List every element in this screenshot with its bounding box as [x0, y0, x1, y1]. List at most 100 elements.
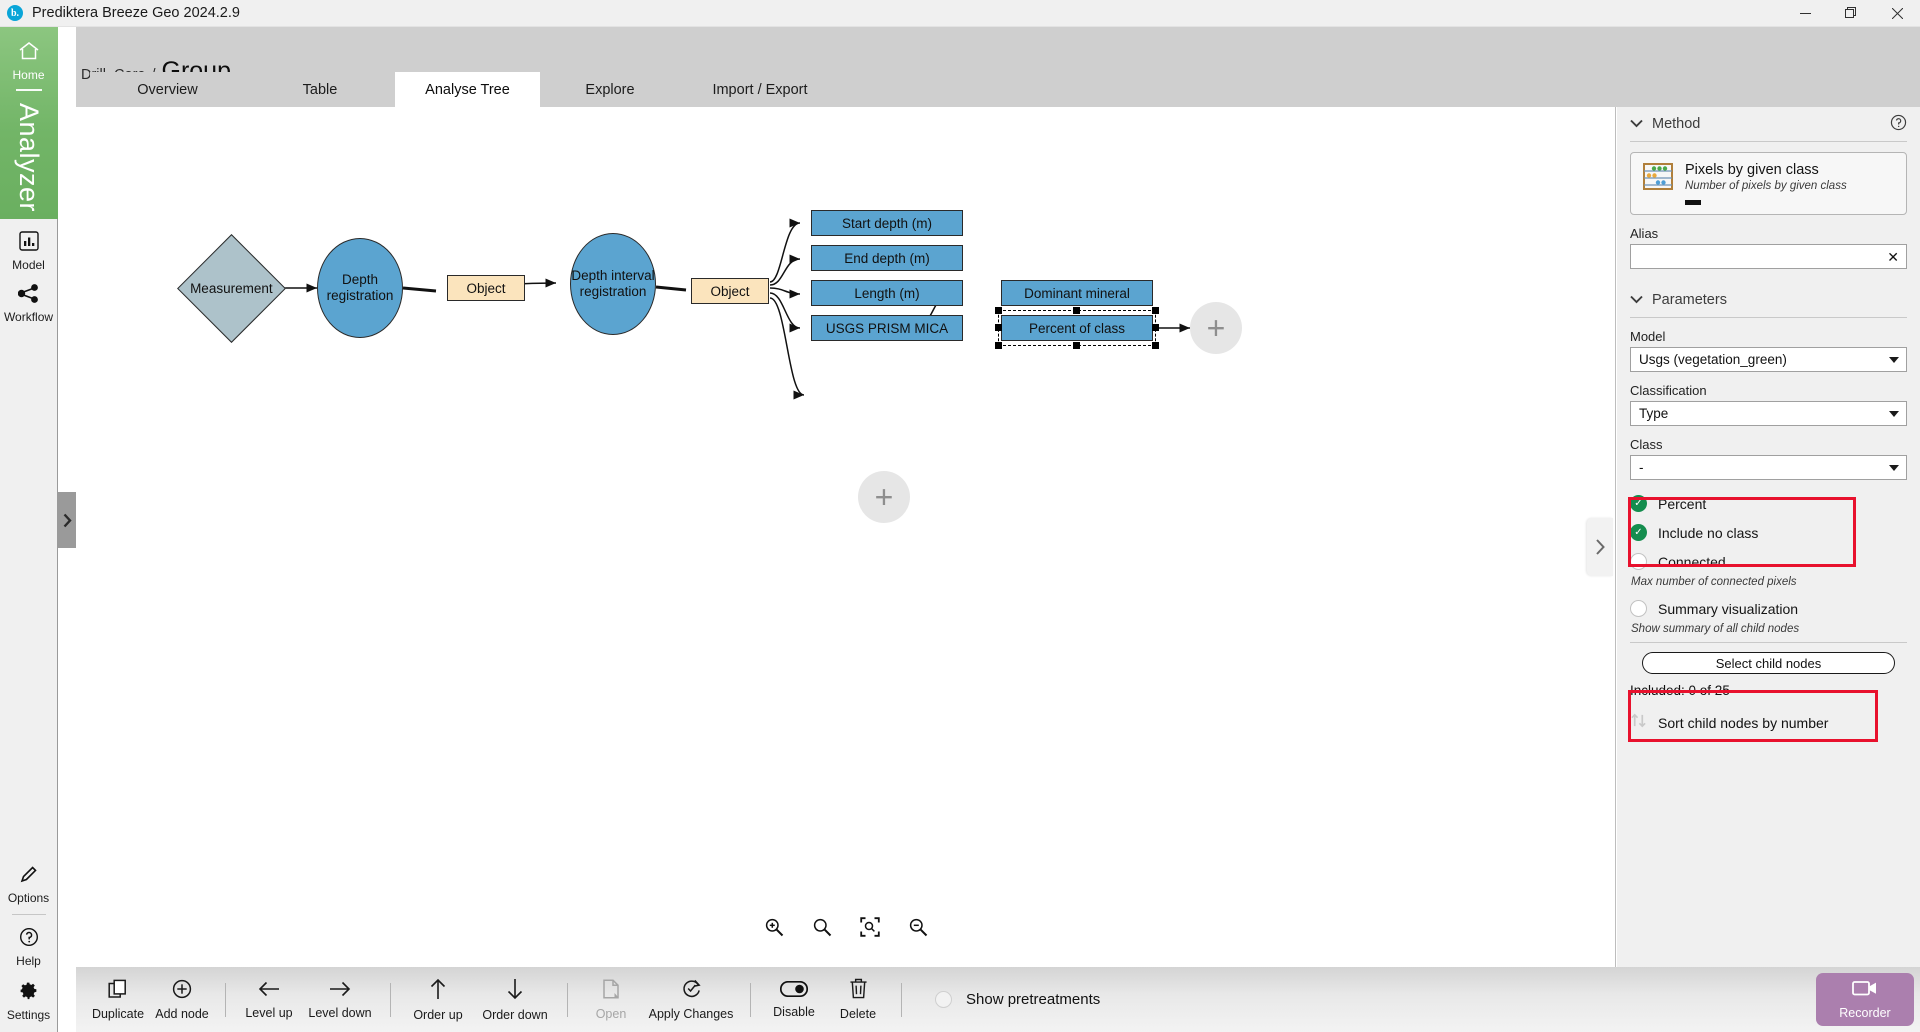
apply-changes-button[interactable]: Apply Changes: [643, 978, 739, 1021]
open-label: Open: [596, 1007, 627, 1021]
home-icon[interactable]: [18, 41, 40, 66]
method-card[interactable]: Pixels by given class Number of pixels b…: [1630, 152, 1907, 215]
checkbox-include-no-class[interactable]: ✓ Include no class: [1630, 518, 1907, 547]
title-bar: b. Prediktera Breeze Geo 2024.2.9: [0, 0, 1920, 27]
order-up-label: Order up: [413, 1008, 462, 1022]
sidebar-item-model-label: Model: [12, 258, 45, 272]
node-usgs-prism-mica[interactable]: USGS PRISM MICA: [811, 315, 963, 341]
tab-overview[interactable]: Overview: [90, 72, 245, 107]
node-start-depth-label: Start depth (m): [842, 216, 932, 231]
node-end-depth[interactable]: End depth (m): [811, 245, 963, 271]
abacus-icon: [1641, 162, 1675, 205]
node-depth-registration[interactable]: Depth registration: [317, 238, 403, 338]
selection-handle-bc[interactable]: [1073, 342, 1080, 349]
node-depth-interval-registration[interactable]: Depth interval registration: [570, 233, 656, 335]
arrow-right-icon: [329, 980, 351, 1003]
analyse-tree-canvas[interactable]: Measurement Depth registration Object De…: [76, 107, 1616, 967]
rail-expand-handle[interactable]: [58, 492, 76, 548]
node-measurement-label: Measurement: [190, 281, 273, 296]
node-object-1-box[interactable]: Object: [447, 275, 525, 301]
duplicate-button[interactable]: Duplicate: [86, 979, 150, 1021]
recorder-button[interactable]: Recorder: [1816, 973, 1914, 1026]
order-down-label: Order down: [482, 1008, 547, 1022]
selection-handle-ml[interactable]: [995, 324, 1002, 331]
sidebar-item-options[interactable]: Options: [0, 852, 58, 905]
selection-handle-br[interactable]: [1152, 342, 1159, 349]
chevron-down-icon: [1889, 357, 1899, 363]
parameters-section-header[interactable]: Parameters: [1630, 283, 1907, 317]
left-rail: Home Analyzer Model: [0, 27, 58, 1032]
chevron-down-icon[interactable]: [1630, 292, 1643, 308]
alias-label: Alias: [1630, 226, 1907, 241]
sidebar-item-model[interactable]: Model: [0, 219, 58, 272]
node-depth-interval-registration-label: Depth interval registration: [571, 268, 655, 299]
checkbox-connected[interactable]: Connected: [1630, 547, 1907, 576]
node-length[interactable]: Length (m): [811, 280, 963, 306]
right-panel-collapse-handle[interactable]: [1587, 518, 1613, 576]
sidebar-item-settings[interactable]: Settings: [0, 968, 58, 1022]
checkbox-include-no-class-label: Include no class: [1658, 525, 1758, 541]
method-section-rule: [1630, 141, 1907, 142]
classification-label: Classification: [1630, 383, 1907, 398]
method-section-header[interactable]: Method: [1630, 107, 1907, 141]
select-child-nodes-button[interactable]: Select child nodes: [1642, 652, 1895, 674]
selection-handle-tl[interactable]: [995, 307, 1002, 314]
tab-explore[interactable]: Explore: [540, 72, 680, 107]
properties-panel: Method: [1617, 107, 1920, 967]
sidebar-item-help[interactable]: Help: [0, 915, 58, 968]
checkbox-percent[interactable]: ✓ Percent: [1630, 489, 1907, 518]
disable-button[interactable]: Disable: [762, 981, 826, 1019]
tab-analyse-tree[interactable]: Analyse Tree: [395, 72, 540, 107]
toolbar-divider: [567, 983, 568, 1017]
order-up-button[interactable]: Order up: [402, 978, 474, 1022]
show-pretreatments-label: Show pretreatments: [966, 991, 1100, 1008]
node-start-depth[interactable]: Start depth (m): [811, 210, 963, 236]
node-dominant-mineral[interactable]: Dominant mineral: [1001, 280, 1153, 306]
level-down-button[interactable]: Level down: [301, 980, 379, 1020]
add-node-button[interactable]: Add node: [150, 979, 214, 1021]
clear-icon[interactable]: ✕: [1887, 250, 1899, 264]
sidebar-item-workflow-label: Workflow: [4, 310, 53, 324]
selection-handle-mr[interactable]: [1152, 324, 1159, 331]
sidebar-item-workflow[interactable]: Workflow: [0, 272, 58, 324]
chevron-down-icon[interactable]: [1630, 116, 1643, 132]
model-label: Model: [1630, 329, 1907, 344]
sort-child-nodes-button[interactable]: Sort child nodes by number: [1630, 712, 1907, 734]
workflow-icon: [18, 284, 39, 308]
method-card-title: Pixels by given class: [1685, 162, 1896, 178]
add-node-button-1[interactable]: +: [858, 471, 910, 523]
tab-table[interactable]: Table: [245, 72, 395, 107]
order-down-button[interactable]: Order down: [474, 978, 556, 1022]
minimize-button[interactable]: [1782, 0, 1828, 27]
add-node-label: Add node: [155, 1007, 209, 1021]
level-up-label: Level up: [245, 1006, 292, 1020]
method-section-label: Method: [1652, 116, 1700, 132]
window-controls: [1782, 0, 1920, 27]
sidebar-item-settings-label: Settings: [7, 1008, 50, 1022]
level-up-button[interactable]: Level up: [237, 980, 301, 1020]
pencil-icon: [19, 864, 39, 889]
toolbar-divider: [225, 983, 226, 1017]
maximize-button[interactable]: [1828, 0, 1874, 27]
show-pretreatments-toggle[interactable]: Show pretreatments: [935, 991, 1100, 1008]
close-button[interactable]: [1874, 0, 1920, 27]
add-node-button-2[interactable]: +: [1190, 302, 1242, 354]
delete-button[interactable]: Delete: [826, 978, 890, 1021]
help-icon[interactable]: [1890, 114, 1907, 135]
duplicate-icon: [108, 979, 128, 1004]
checkbox-summary-visualization[interactable]: Summary visualization: [1630, 594, 1907, 623]
classification-select[interactable]: Type: [1630, 401, 1907, 426]
class-select[interactable]: -: [1630, 455, 1907, 480]
alias-field[interactable]: ✕: [1630, 244, 1907, 269]
method-card-subtitle: Number of pixels by given class: [1685, 180, 1896, 192]
tab-import-export[interactable]: Import / Export: [680, 72, 840, 107]
checkbox-group: ✓ Percent ✓ Include no class Connected M…: [1630, 489, 1907, 635]
node-object-2[interactable]: Object: [691, 278, 769, 304]
selection-handle-tc[interactable]: [1073, 307, 1080, 314]
bottom-toolbar: Duplicate Add node Level up: [76, 967, 1920, 1032]
model-select[interactable]: Usgs (vegetation_green): [1630, 347, 1907, 372]
selection-handle-bl[interactable]: [995, 342, 1002, 349]
selection-handle-tr[interactable]: [1152, 307, 1159, 314]
node-percent-of-class[interactable]: Percent of class: [1001, 315, 1153, 341]
check-icon: ✓: [1630, 495, 1647, 512]
